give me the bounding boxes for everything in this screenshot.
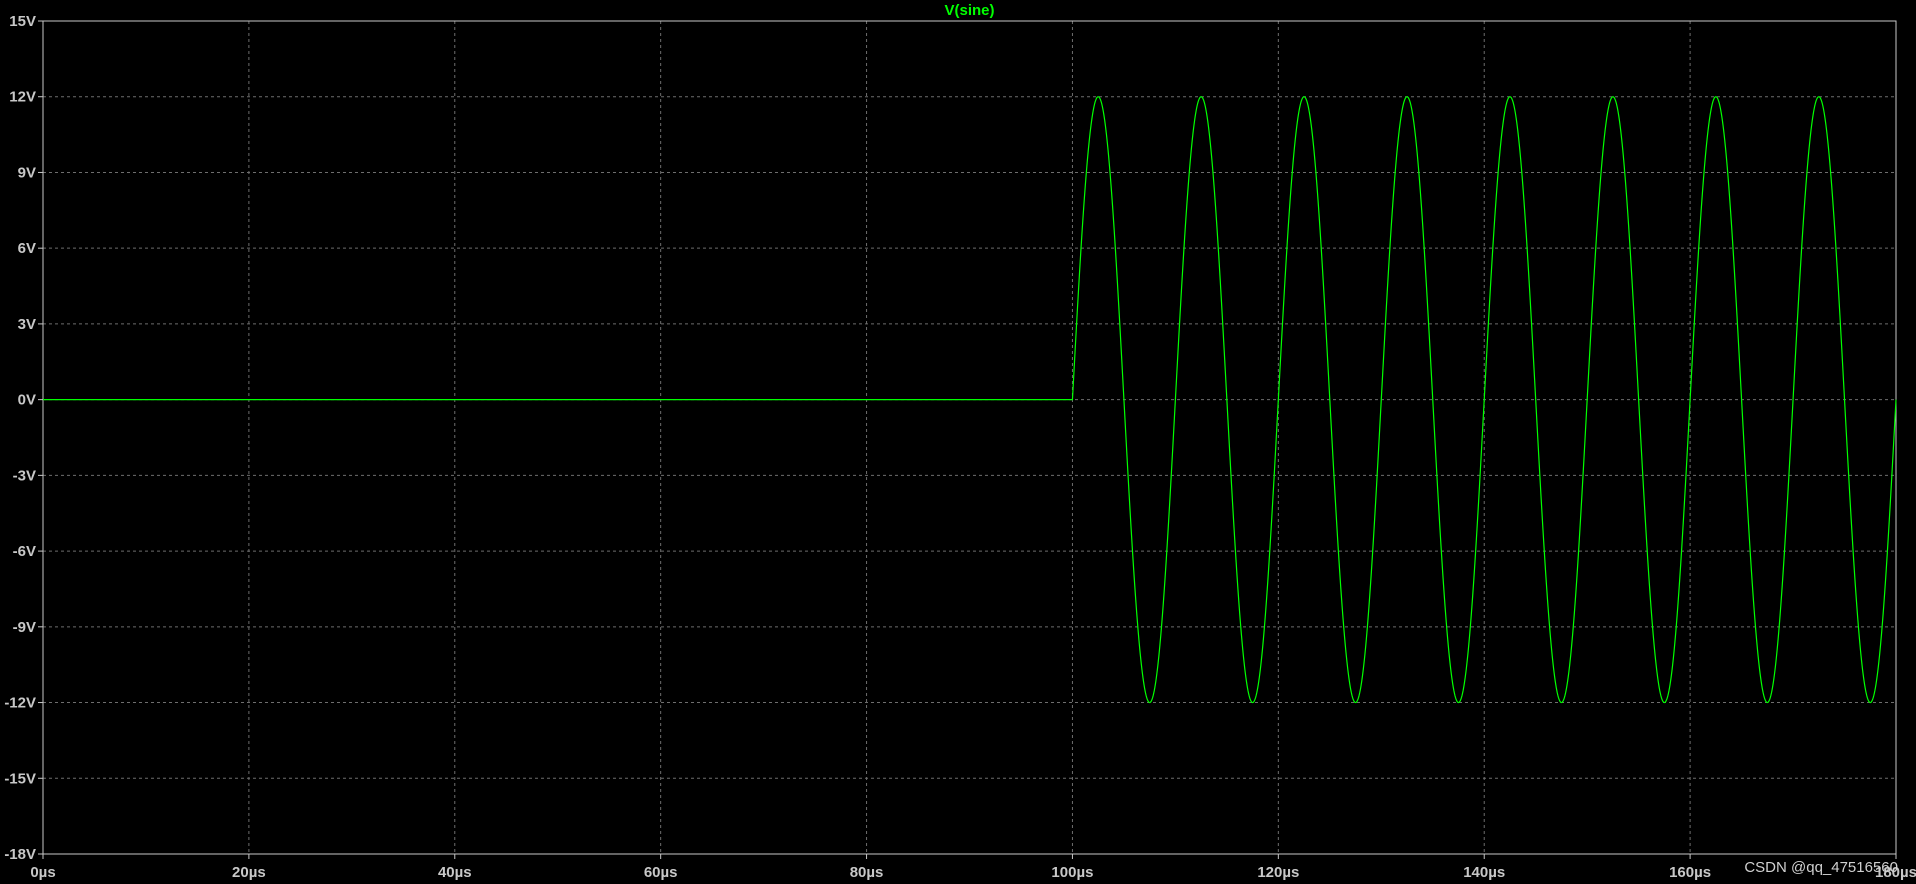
x-tick-label: 80µs xyxy=(850,864,884,881)
x-tick-label: 60µs xyxy=(644,864,678,881)
y-tick-label: 3V xyxy=(18,316,36,333)
axis-ticks xyxy=(38,20,1897,859)
y-tick-label: 15V xyxy=(9,13,36,30)
y-tick-label: -15V xyxy=(4,770,36,787)
watermark: CSDN @qq_47516560 xyxy=(1744,859,1898,876)
waveform-plot: 15V 12V 9V 6V 3V 0V -3V -6V -9V -12V -15V -18V 0µs 2… xyxy=(4,2,1916,881)
x-tick-label: 160µs xyxy=(1669,864,1711,881)
x-tick-label: 40µs xyxy=(438,864,472,881)
plot-frame xyxy=(42,20,1897,855)
y-tick-label: -18V xyxy=(4,846,36,863)
grid-lines xyxy=(43,21,1896,854)
x-tick-label: 100µs xyxy=(1051,864,1093,881)
y-tick-label: 9V xyxy=(18,164,36,181)
y-tick-label: -12V xyxy=(4,695,36,712)
x-tick-label: 140µs xyxy=(1463,864,1505,881)
y-tick-label: -6V xyxy=(13,543,36,560)
y-tick-label: 12V xyxy=(9,89,36,106)
y-tick-label: -3V xyxy=(13,467,36,484)
x-tick-label: 120µs xyxy=(1257,864,1299,881)
x-tick-label: 0µs xyxy=(30,864,55,881)
trace-title[interactable]: V(sine) xyxy=(944,2,994,19)
y-tick-label: -9V xyxy=(13,619,36,636)
y-tick-label: 0V xyxy=(18,392,36,409)
x-tick-label: 20µs xyxy=(232,864,266,881)
x-axis-tick-labels: 0µs 20µs 40µs 60µs 80µs 100µs 120µs 140µs 160µs 1… xyxy=(30,864,1916,881)
y-axis-tick-labels: 15V 12V 9V 6V 3V 0V -3V -6V -9V -12V -15V -18V xyxy=(4,13,36,863)
series-line-v-sine xyxy=(43,96,1897,704)
y-tick-label: 6V xyxy=(18,240,36,257)
